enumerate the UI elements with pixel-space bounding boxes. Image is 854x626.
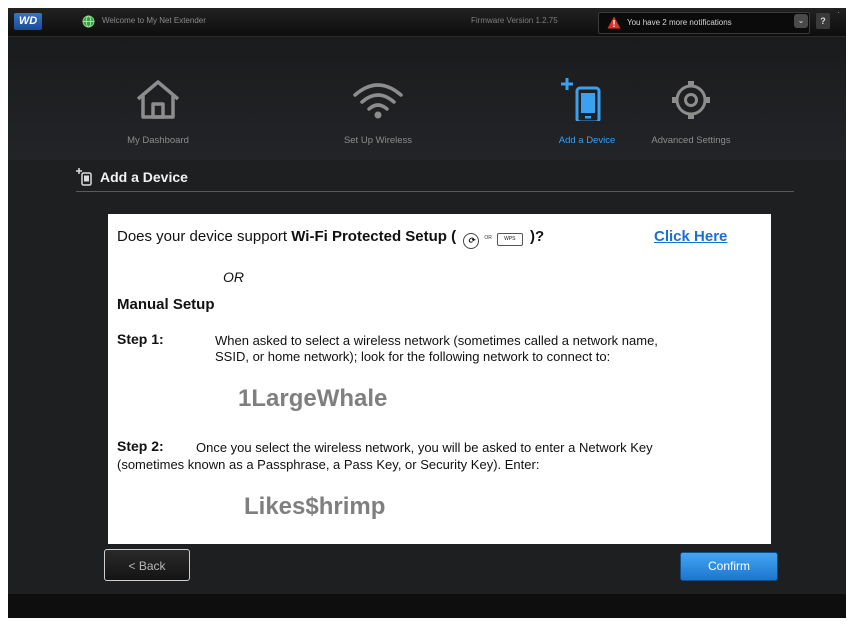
divider [76,191,794,192]
network-name: 1LargeWhale [238,385,388,412]
firmware-version: Firmware Version 1.2.75 [471,16,558,25]
footer-bar [8,594,846,618]
step2-text-line2: (sometimes known as a Passphrase, a Pass… [117,457,540,472]
wps-question-suffix: )? [529,228,545,245]
wps-button-icon: WPS [496,233,523,246]
welcome-text: Welcome to My Net Extender [102,16,206,25]
nav-label-advanced: Advanced Settings [651,135,731,146]
or-text: OR [223,269,244,285]
app-window: WD Welcome to My Net Extender Firmware V… [8,8,846,618]
confirm-button[interactable]: Confirm [680,552,778,581]
notification-dropdown[interactable]: You have 2 more notifications [598,12,810,34]
content-panel: Does your device support Wi-Fi Protected… [108,214,771,544]
main-nav: My Dashboard Set Up Wireless Add a Devic… [8,37,846,160]
wps-question: Does your device support Wi-Fi Protected… [117,228,544,249]
step1-text-line1: When asked to select a wireless network … [215,333,658,348]
click-here-link[interactable]: Click Here [654,228,727,245]
more-icon[interactable]: ˙ [834,11,844,21]
chevron-down-icon[interactable]: ⌄ [794,14,808,28]
wd-logo: WD [14,13,42,30]
nav-item-dashboard[interactable]: My Dashboard [93,37,223,160]
nav-label-wireless: Set Up Wireless [343,135,413,146]
network-key: Likes$hrimp [244,493,386,520]
step1-label: Step 1: [117,331,164,347]
page-title: Add a Device [100,169,188,185]
home-icon [136,80,180,119]
top-bar: WD Welcome to My Net Extender Firmware V… [8,8,846,37]
step2-text-line1: Once you select the wireless network, yo… [196,440,653,455]
step1-text-line2: SSID, or home network); look for the fol… [215,349,611,364]
step2-label: Step 2: [117,438,164,454]
back-button[interactable]: < Back [104,549,190,581]
add-device-small-icon [76,168,92,186]
wps-logo-icon: ⟳ [463,233,480,249]
nav-label-dashboard: My Dashboard [127,135,189,146]
wps-question-prefix: Does your device support [117,228,292,245]
gear-icon [672,81,710,119]
warning-icon [607,16,621,29]
wps-question-bold: Wi-Fi Protected Setup ( [291,228,457,245]
wifi-icon [353,83,403,119]
help-button[interactable]: ? [816,13,830,29]
nav-item-advanced[interactable]: Advanced Settings [626,37,756,160]
manual-setup-title: Manual Setup [117,296,215,313]
notification-text: You have 2 more notifications [627,18,732,27]
wps-or-small: OR [484,235,492,241]
nav-item-wireless[interactable]: Set Up Wireless [313,37,443,160]
globe-icon [82,15,95,28]
